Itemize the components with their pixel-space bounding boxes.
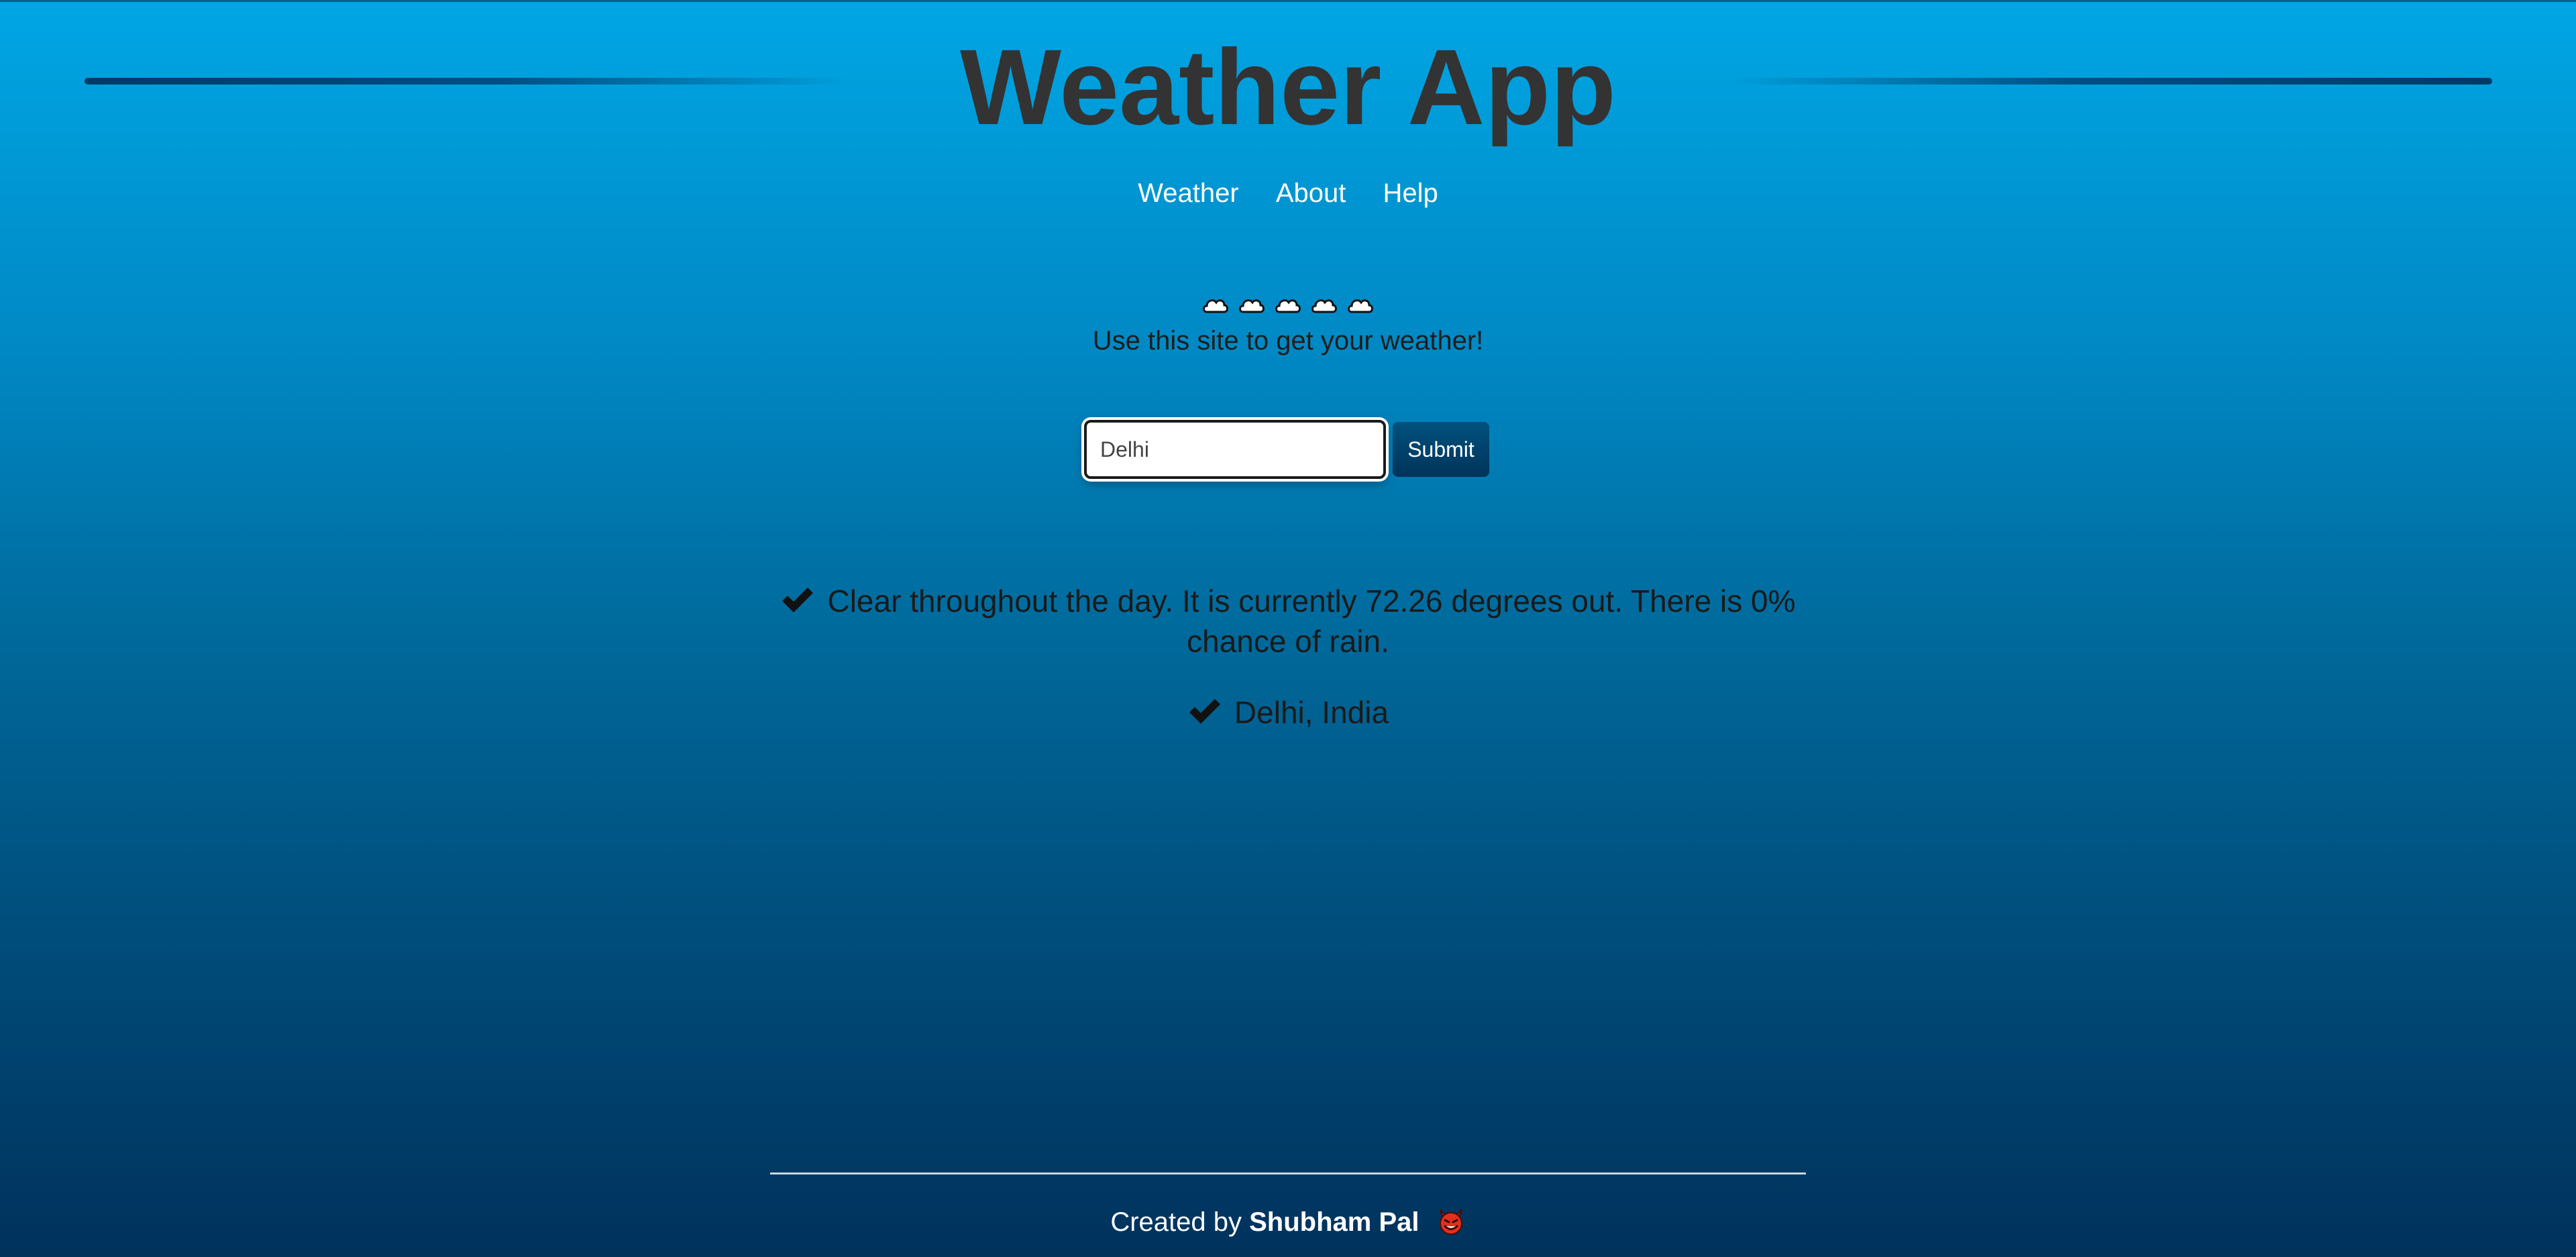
cloud-icon bbox=[1201, 295, 1230, 314]
submit-button[interactable]: Submit bbox=[1393, 422, 1489, 477]
devil-face-icon bbox=[1436, 1207, 1466, 1246]
location-message: Delhi, India bbox=[771, 694, 1805, 734]
location-text: Delhi, India bbox=[1234, 695, 1389, 730]
main-nav: Weather About Help bbox=[0, 173, 2576, 213]
footer-prefix: Created by bbox=[1110, 1207, 1250, 1237]
checkmark-icon bbox=[780, 585, 815, 622]
cloud-icon bbox=[1346, 295, 1375, 314]
page-header: Weather App bbox=[0, 0, 2576, 154]
footer-author: Shubham Pal bbox=[1249, 1207, 1419, 1237]
page-title: Weather App bbox=[960, 27, 1616, 147]
checkmark-icon bbox=[1187, 696, 1222, 734]
page-footer: Created by Shubham Pal bbox=[0, 1203, 2576, 1246]
nav-link-about[interactable]: About bbox=[1276, 178, 1346, 208]
cloud-icon bbox=[1238, 295, 1266, 314]
intro-text: Use this site to get your weather! bbox=[1092, 326, 1484, 356]
search-form: Submit bbox=[1084, 420, 1489, 479]
location-input[interactable] bbox=[1084, 420, 1386, 479]
cloud-icon bbox=[1310, 295, 1338, 314]
forecast-text: Clear throughout the day. It is currentl… bbox=[827, 584, 1796, 659]
nav-link-help[interactable]: Help bbox=[1383, 178, 1438, 208]
nav-link-weather[interactable]: Weather bbox=[1138, 178, 1238, 208]
cloud-icon-row bbox=[0, 295, 2576, 314]
footer-divider bbox=[770, 1172, 1806, 1174]
cloud-icon bbox=[1274, 295, 1302, 314]
forecast-message: Clear throughout the day. It is currentl… bbox=[771, 582, 1805, 660]
